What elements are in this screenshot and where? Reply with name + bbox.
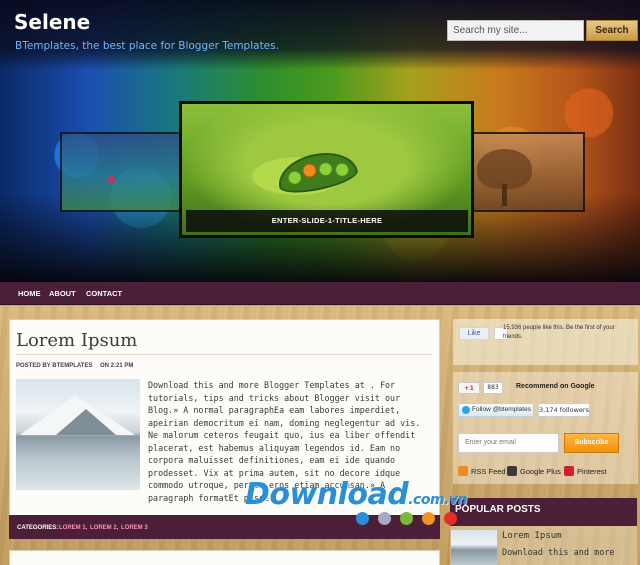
post-title[interactable]: Lorem Ipsum bbox=[16, 330, 137, 351]
tree-trunk-icon bbox=[502, 184, 507, 206]
facebook-like-text: 15,936 people like this. Be the first of… bbox=[503, 325, 615, 340]
ladybug-icon bbox=[107, 176, 116, 183]
post-card-next bbox=[9, 550, 440, 565]
blog-title[interactable]: Selene bbox=[14, 10, 90, 34]
nav-item-home[interactable]: HOME bbox=[18, 282, 41, 305]
google-plus-link[interactable]: Google Plus bbox=[520, 467, 561, 476]
subscribe-button[interactable]: Subscribe bbox=[564, 433, 619, 453]
pea-icon bbox=[286, 169, 304, 187]
rss-feed-link[interactable]: RSS Feed bbox=[471, 467, 506, 476]
blog-description: BTemplates, the best place for Blogger T… bbox=[15, 40, 279, 52]
watermark-suffix: .com.vn bbox=[408, 492, 467, 508]
pea-icon bbox=[317, 160, 334, 178]
gplus-count: 883 bbox=[483, 382, 503, 394]
search-input[interactable]: Search my site... bbox=[447, 20, 584, 41]
popular-post-title[interactable]: Lorem Ipsum bbox=[502, 531, 562, 541]
watermark-logo: Download.com.vn bbox=[245, 477, 467, 512]
tree-icon bbox=[477, 149, 532, 189]
post-thumbnail-image[interactable] bbox=[16, 379, 140, 490]
watermark-dot-icon bbox=[378, 512, 391, 525]
popular-post-excerpt: Download this and more bbox=[502, 548, 615, 558]
watermark-dot-icon bbox=[356, 512, 369, 525]
pea-icon bbox=[333, 161, 351, 179]
main-nav: HOME ABOUT CONTACT bbox=[0, 282, 640, 305]
facebook-like-button[interactable]: Like bbox=[459, 327, 489, 340]
watermark-dot-icon bbox=[422, 512, 435, 525]
pea-orange-icon bbox=[301, 162, 318, 179]
categories-label: CATEGORIES: bbox=[17, 525, 59, 531]
pea-pod-icon bbox=[274, 146, 360, 198]
rss-icon bbox=[458, 466, 468, 476]
category-link[interactable]: LOREM 1, bbox=[59, 525, 87, 531]
popular-posts-title: POPULAR POSTS bbox=[455, 504, 541, 515]
twitter-follow-label: Follow @btemplates bbox=[472, 406, 531, 413]
gplus-button[interactable]: +1 bbox=[458, 382, 480, 394]
popular-post-thumbnail[interactable] bbox=[451, 530, 497, 565]
watermark-text: Download bbox=[245, 477, 409, 512]
recommend-google-label: Recommend on Google bbox=[516, 383, 595, 390]
post-author: POSTED BY BTEMPLATES bbox=[16, 363, 93, 369]
watermark-dot-icon bbox=[444, 512, 457, 525]
email-field[interactable]: Enter your email bbox=[458, 433, 559, 453]
search-button[interactable]: Search bbox=[586, 20, 638, 41]
slide-thumbnail-left[interactable] bbox=[60, 132, 190, 212]
twitter-bird-icon bbox=[462, 406, 470, 414]
pinterest-link[interactable]: Pinterest bbox=[577, 467, 607, 476]
post-time: ON 2:21 PM bbox=[100, 363, 134, 369]
watermark-dot-icon bbox=[400, 512, 413, 525]
nav-item-about[interactable]: ABOUT bbox=[49, 282, 76, 305]
pinterest-icon bbox=[564, 466, 574, 476]
nav-item-contact[interactable]: CONTACT bbox=[86, 282, 122, 305]
category-link[interactable]: LOREM 2, bbox=[90, 525, 118, 531]
google-plus-icon bbox=[507, 466, 517, 476]
mountain-shade-icon bbox=[56, 409, 116, 435]
twitter-follow-button[interactable]: Follow @btemplates bbox=[458, 403, 534, 417]
slide-caption[interactable]: ENTER-SLIDE-1-TITLE-HERE bbox=[186, 210, 468, 232]
post-divider bbox=[16, 354, 432, 355]
category-link[interactable]: LOREM 3 bbox=[121, 525, 148, 531]
slide-thumbnail-right[interactable] bbox=[455, 132, 585, 212]
twitter-followers-count: 3,174 followers bbox=[538, 403, 590, 417]
